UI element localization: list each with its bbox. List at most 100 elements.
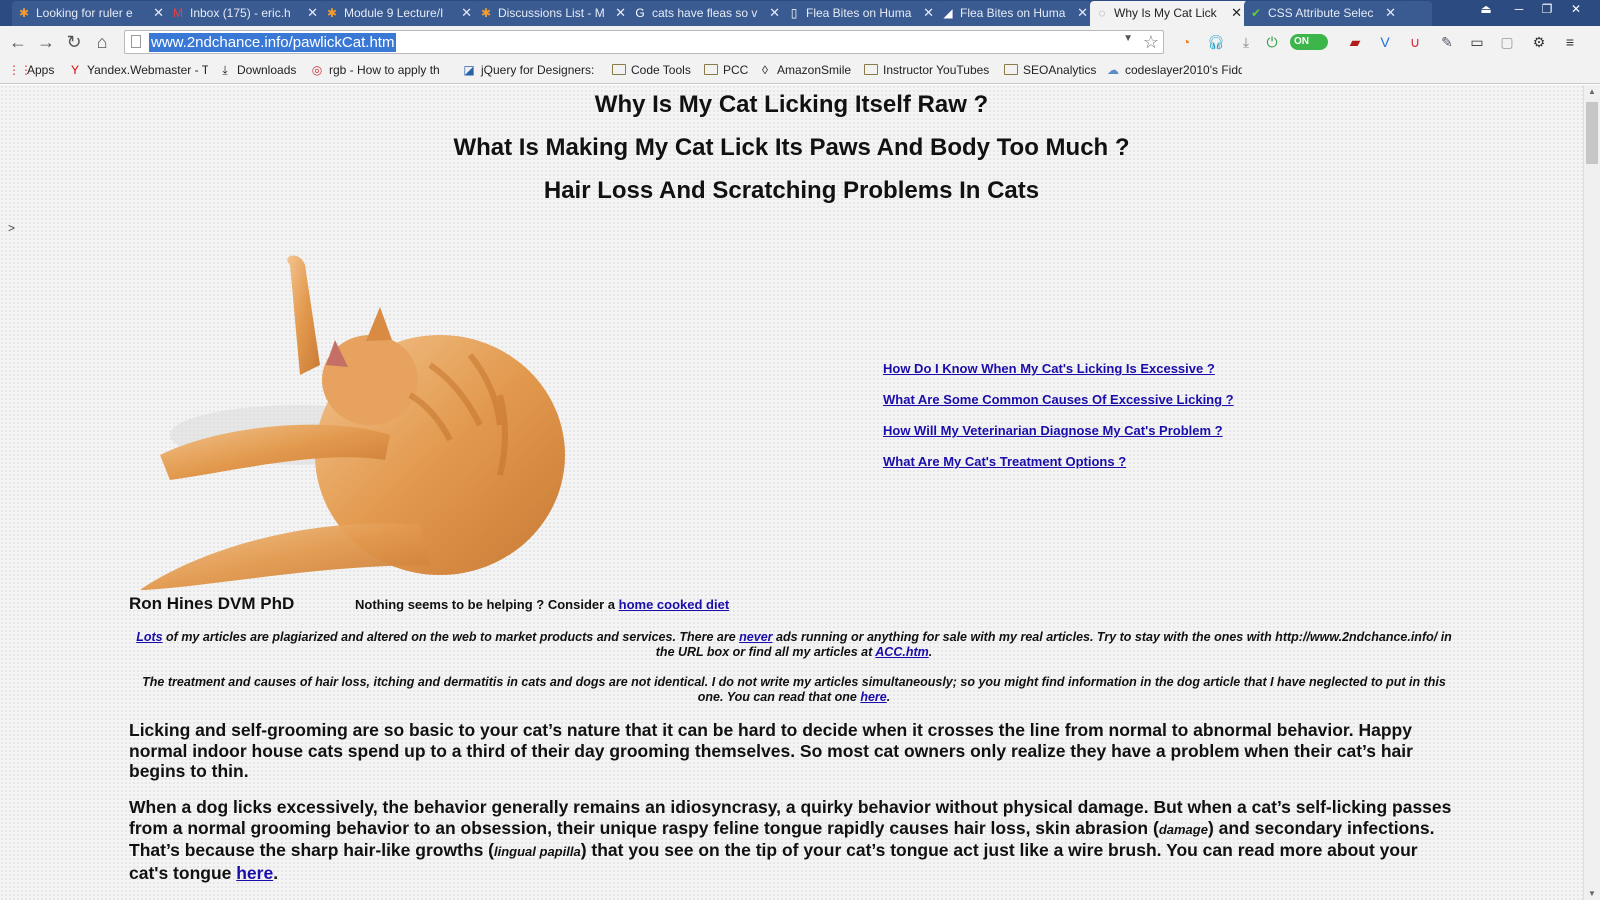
bookmark-amazon[interactable]: ◊ AmazonSmile	[758, 62, 851, 78]
vimeo-icon[interactable]: V	[1375, 32, 1395, 52]
download-icon[interactable]: ⤓	[1236, 32, 1256, 52]
never-link[interactable]: never	[739, 630, 772, 644]
pdf-icon[interactable]: ▰	[1345, 32, 1365, 52]
close-icon[interactable]: ✕	[1231, 1, 1242, 25]
browser-tab[interactable]: ✔ CSS Attribute Selec ✕	[1244, 1, 1402, 26]
close-icon[interactable]: ✕	[923, 1, 934, 25]
url-text[interactable]: www.2ndchance.info/pawlickCat.htm	[149, 33, 397, 52]
note-text: of my articles are plagiarized and alter…	[162, 630, 740, 644]
magnet-icon[interactable]: ∪	[1405, 32, 1425, 52]
bookmark-jquery[interactable]: ◪ jQuery for Designers:	[462, 62, 600, 78]
bookmark-downloads[interactable]: ⤓ Downloads	[218, 62, 296, 78]
browser-tab[interactable]: ✱ Discussions List - M ✕	[474, 1, 632, 26]
table-of-contents: How Do I Know When My Cat's Licking Is E…	[883, 361, 1234, 485]
bookmark-rgb[interactable]: ◎ rgb - How to apply th	[310, 62, 450, 78]
page-title: Why Is My Cat Licking Itself Raw ?	[594, 91, 989, 118]
folder-icon	[704, 64, 718, 75]
tab-title: Module 9 Lecture/I	[344, 6, 444, 20]
browser-tab[interactable]: ✱ Looking for ruler e ✕	[12, 1, 170, 26]
bookmark-star-icon[interactable]: ☆	[1143, 31, 1159, 53]
extension-toggle[interactable]: ON	[1290, 34, 1328, 50]
power-icon[interactable]: ⏻	[1262, 32, 1282, 52]
browser-tab[interactable]: M Inbox (175) - eric.h ✕	[166, 1, 324, 26]
bookmark-folder[interactable]: SEOAnalytics	[1004, 62, 1096, 78]
tab-title: Looking for ruler e	[36, 6, 133, 20]
window-close-icon[interactable]: ✕	[1562, 0, 1590, 20]
plagiarism-note: Lots of my articles are plagiarized and …	[129, 630, 1459, 660]
dog-article-note: The treatment and causes of hair loss, i…	[129, 675, 1459, 705]
close-icon[interactable]: ✕	[615, 1, 626, 25]
close-icon[interactable]: ✕	[307, 1, 318, 25]
bookmark-label: Downloads	[237, 63, 297, 77]
yandex-icon: Y	[70, 63, 79, 77]
close-icon[interactable]: ✕	[153, 1, 164, 25]
acc-link[interactable]: ACC.htm	[875, 645, 928, 659]
bookmark-label: Code Tools	[631, 63, 691, 77]
snowflake-icon: ✱	[480, 6, 492, 20]
close-icon[interactable]: ✕	[1077, 1, 1088, 25]
browser-tab[interactable]: ▯ Flea Bites on Huma ✕	[782, 1, 940, 26]
home-cooked-diet-link[interactable]: home cooked diet	[619, 597, 730, 612]
scrollbar-thumb[interactable]	[1586, 102, 1598, 164]
stackexchange-icon: ◎	[311, 63, 323, 77]
browser-tab[interactable]: ✱ Module 9 Lecture/I ✕	[320, 1, 478, 26]
author-name: Ron Hines DVM PhD	[129, 594, 295, 613]
bookmark-label: Yandex.Webmaster - T	[87, 63, 208, 77]
tab-title: Inbox (175) - eric.h	[190, 6, 291, 20]
menu-icon[interactable]: ≡	[1560, 32, 1580, 52]
toc-link-diagnose[interactable]: How Will My Veterinarian Diagnose My Cat…	[883, 423, 1234, 439]
forward-icon[interactable]: →	[34, 30, 58, 54]
gmail-icon: M	[173, 6, 183, 20]
bookmark-label: rgb - How to apply th	[329, 63, 440, 77]
eyedropper-icon[interactable]: ✎	[1437, 32, 1457, 52]
scroll-up-icon[interactable]: ▲	[1588, 87, 1596, 96]
apps-grid-icon: ⋮⋮	[8, 63, 32, 77]
loading-icon: ◌	[1098, 6, 1106, 20]
lots-link[interactable]: Lots	[136, 630, 162, 644]
bookmark-folder[interactable]: PCC	[704, 62, 748, 78]
gear-icon[interactable]: ⚙	[1529, 32, 1549, 52]
back-icon[interactable]: ←	[6, 30, 30, 54]
restore-icon[interactable]: ❐	[1533, 0, 1561, 20]
dog-article-link[interactable]: here	[860, 690, 886, 704]
new-tab-button[interactable]	[1398, 1, 1432, 26]
browser-tab[interactable]: G cats have fleas so v ✕	[628, 1, 786, 26]
bookmark-label: jQuery for Designers:	[481, 63, 595, 77]
extension-icon[interactable]: ◔	[1176, 32, 1196, 52]
jquery-icon: ◪	[463, 63, 475, 77]
page-info-icon[interactable]	[131, 35, 141, 48]
cast-icon[interactable]: ▭	[1467, 32, 1487, 52]
close-icon[interactable]: ✕	[461, 1, 472, 25]
address-bar[interactable]: www.2ndchance.info/pawlickCat.htm ▼ ☆	[124, 30, 1164, 54]
bookmark-apps[interactable]: ⋮⋮Apps	[8, 62, 54, 78]
dropdown-arrow-icon[interactable]: ▼	[1123, 33, 1133, 44]
checkmark-icon: ✔	[1250, 6, 1262, 20]
note-text: ads running or anything for sale with my…	[655, 630, 1452, 659]
toc-link-treatment[interactable]: What Are My Cat's Treatment Options ?	[883, 454, 1234, 470]
browser-tab[interactable]: ◢ Flea Bites on Huma ✕	[936, 1, 1094, 26]
bookmark-folder[interactable]: Instructor YouTubes	[864, 62, 989, 78]
user-icon[interactable]: ⏏	[1472, 0, 1500, 20]
close-icon[interactable]: ✕	[1385, 1, 1396, 25]
browser-tab-active[interactable]: ◌ Why Is My Cat Lick ✕	[1090, 1, 1248, 26]
scroll-down-icon[interactable]: ▼	[1588, 889, 1596, 898]
folder-icon	[612, 64, 626, 75]
extension-icon[interactable]: ▢	[1497, 32, 1517, 52]
toc-link-excessive[interactable]: How Do I Know When My Cat's Licking Is E…	[883, 361, 1234, 377]
vertical-scrollbar[interactable]: ▲ ▼	[1583, 85, 1600, 900]
headphones-icon[interactable]: 🎧︎	[1206, 32, 1226, 52]
fiddle-icon: ☁	[1107, 63, 1119, 77]
bookmark-yandex[interactable]: Y Yandex.Webmaster - T	[68, 62, 208, 78]
bookmark-folder[interactable]: Code Tools	[612, 62, 691, 78]
folder-icon	[864, 64, 878, 75]
para-text-small: lingual papilla	[494, 844, 581, 860]
body-paragraph: When a dog licks excessively, the behavi…	[129, 797, 1459, 884]
bookmark-fiddle[interactable]: ☁ codeslayer2010's Fidd	[1106, 62, 1242, 78]
tongue-article-link[interactable]: here	[236, 863, 273, 883]
minimize-icon[interactable]: ─	[1505, 0, 1533, 20]
reload-icon[interactable]: ↻	[62, 30, 86, 54]
snowflake-icon: ✱	[326, 6, 338, 20]
home-icon[interactable]: ⌂	[90, 30, 114, 54]
toc-link-causes[interactable]: What Are Some Common Causes Of Excessive…	[883, 392, 1234, 408]
close-icon[interactable]: ✕	[769, 1, 780, 25]
